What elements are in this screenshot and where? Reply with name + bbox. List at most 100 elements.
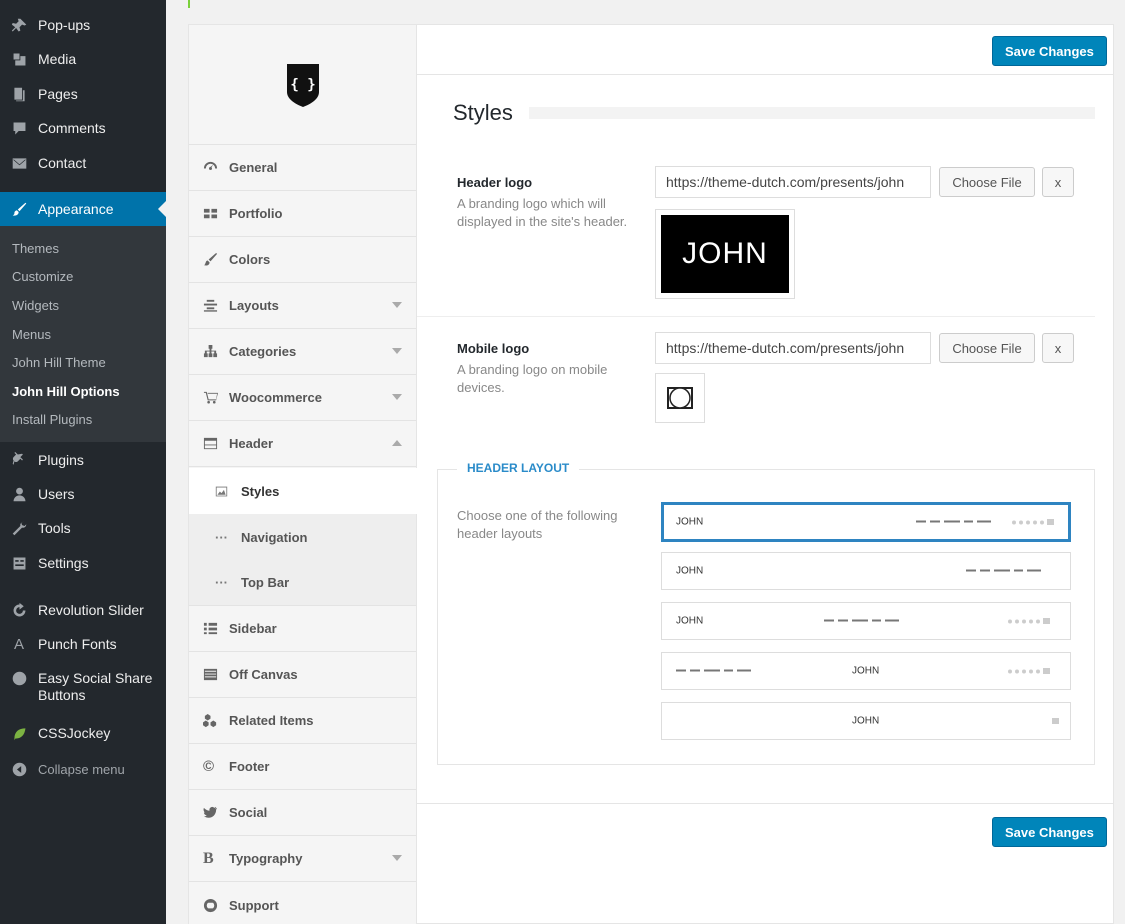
sitemap-icon — [203, 344, 229, 359]
paintbrush-icon — [0, 201, 38, 218]
menu-label: Media — [38, 51, 77, 67]
submenu-menus[interactable]: Menus — [12, 327, 51, 342]
svg-text:{ }: { } — [290, 77, 315, 93]
submenu-john-hill-theme[interactable]: John Hill Theme — [12, 355, 106, 370]
chevron-down-icon — [392, 348, 402, 354]
nav-typography[interactable]: B Typography — [189, 836, 416, 882]
top-action-bar: Save Changes — [417, 25, 1113, 75]
twitter-icon — [203, 805, 229, 820]
nav-categories[interactable]: Categories — [189, 329, 416, 375]
nav-woocommerce[interactable]: Woocommerce — [189, 375, 416, 421]
nav-colors[interactable]: Colors — [189, 237, 416, 283]
collapse-icon — [0, 761, 38, 778]
nav-sub-styles[interactable]: Styles — [189, 468, 417, 514]
shield-logo-icon: { } — [286, 63, 319, 107]
layout-brand: JOHN — [852, 715, 880, 727]
wrench-icon — [0, 520, 38, 537]
bottom-divider — [417, 803, 1113, 804]
image-icon — [215, 485, 241, 498]
nav-layouts[interactable]: Layouts — [189, 283, 416, 329]
menu-item-contact[interactable]: Contact — [0, 146, 166, 180]
menu-item-media[interactable]: Media — [0, 42, 166, 76]
nav-footer[interactable]: © Footer — [189, 744, 416, 790]
menu-item-punch-fonts[interactable]: A Punch Fonts — [0, 627, 166, 661]
mobile-logo-remove-button[interactable]: x — [1042, 333, 1074, 363]
current-menu-arrow — [158, 201, 166, 217]
menu-label: Easy Social Share Buttons — [38, 670, 153, 703]
menu-label: CSSJockey — [38, 725, 111, 741]
header-layout-option-2[interactable]: JOHN — [661, 552, 1071, 590]
grid-icon — [203, 206, 229, 221]
settings-icon — [0, 555, 38, 572]
nav-label: Sidebar — [229, 621, 277, 636]
menu-item-cssjockey[interactable]: CSSJockey — [0, 716, 166, 750]
users-icon — [0, 486, 38, 503]
submenu-john-hill-options[interactable]: John Hill Options — [12, 384, 120, 399]
nav-label: Related Items — [229, 713, 314, 728]
menu-item-users[interactable]: Users — [0, 477, 166, 511]
header-layout-option-1[interactable]: JOHN — [661, 502, 1071, 542]
options-content: Save Changes Styles Header logo A brandi… — [417, 25, 1113, 924]
save-changes-button-top[interactable]: Save Changes — [992, 36, 1107, 66]
menu-item-revolution-slider[interactable]: Revolution Slider — [0, 593, 166, 627]
nav-general[interactable]: General — [189, 145, 416, 191]
nav-off-canvas[interactable]: Off Canvas — [189, 652, 416, 698]
header-logo-remove-button[interactable]: x — [1042, 167, 1074, 197]
layout-brand: JOHN — [676, 565, 704, 577]
nav-header[interactable]: Header — [189, 421, 416, 467]
layout-icons-preview — [1052, 718, 1059, 724]
menu-item-appearance[interactable]: Appearance — [0, 192, 166, 226]
submenu-themes[interactable]: Themes — [12, 241, 59, 256]
header-logo-url-input[interactable]: https://theme-dutch.com/presents/john — [655, 166, 931, 198]
plug-icon — [0, 451, 38, 469]
nav-social[interactable]: Social — [189, 790, 416, 836]
nav-support[interactable]: Support — [189, 882, 416, 924]
layout-nav-preview — [676, 669, 751, 673]
menu-item-pages[interactable]: Pages — [0, 77, 166, 111]
copyright-icon: © — [203, 758, 215, 775]
field-divider — [417, 316, 1095, 317]
options-nav: { } General Portfolio Colors Layouts Cat… — [189, 25, 417, 924]
ellipsis-icon: ··· — [215, 529, 228, 545]
brush-icon — [203, 252, 229, 267]
mail-icon — [0, 155, 38, 172]
menu-item-plugins[interactable]: Plugins — [0, 443, 166, 477]
submenu-customize[interactable]: Customize — [12, 269, 73, 284]
top-accent-line — [188, 0, 190, 8]
submenu-install-plugins[interactable]: Install Plugins — [12, 412, 92, 427]
list-icon — [203, 621, 229, 636]
mobile-logo-description: A branding logo on mobile devices. — [457, 362, 608, 395]
menu-label: Pages — [38, 86, 78, 102]
nav-label: Styles — [241, 483, 280, 499]
submenu-widgets[interactable]: Widgets — [12, 298, 59, 313]
mobile-logo-url-input[interactable]: https://theme-dutch.com/presents/john — [655, 332, 931, 364]
nav-label: Layouts — [229, 298, 279, 313]
nav-label: Top Bar — [241, 575, 290, 590]
menu-item-comments[interactable]: Comments — [0, 111, 166, 145]
collapse-menu-button[interactable]: Collapse menu — [0, 752, 166, 786]
nav-sub-navigation[interactable]: ··· Navigation — [189, 514, 416, 560]
header-layout-option-5[interactable]: JOHN — [661, 702, 1071, 740]
header-layout-option-4[interactable]: JOHN — [661, 652, 1071, 690]
nav-sub-top-bar[interactable]: ··· Top Bar — [189, 560, 416, 606]
lifebuoy-icon — [203, 898, 229, 913]
menu-label: Settings — [38, 555, 89, 571]
panel-icon — [203, 667, 229, 682]
chevron-down-icon — [392, 394, 402, 400]
save-changes-button-bottom[interactable]: Save Changes — [992, 817, 1107, 847]
dashboard-icon — [203, 160, 229, 175]
nav-portfolio[interactable]: Portfolio — [189, 191, 416, 237]
mobile-logo-choose-file-button[interactable]: Choose File — [939, 333, 1035, 363]
header-logo-choose-file-button[interactable]: Choose File — [939, 167, 1035, 197]
mobile-logo-label: Mobile logo — [457, 341, 530, 356]
menu-item-tools[interactable]: Tools — [0, 511, 166, 545]
menu-item-settings[interactable]: Settings — [0, 546, 166, 580]
nav-sidebar[interactable]: Sidebar — [189, 606, 416, 652]
header-layout-option-3[interactable]: JOHN — [661, 602, 1071, 640]
nav-related-items[interactable]: Related Items — [189, 698, 416, 744]
menu-item-popups[interactable]: Pop-ups — [0, 8, 166, 42]
appearance-submenu: Themes Customize Widgets Menus John Hill… — [0, 226, 166, 442]
bold-b-icon: B — [203, 849, 214, 867]
menu-item-easy-social-share[interactable]: Easy Social Share Buttons — [0, 662, 166, 710]
nav-label: Woocommerce — [229, 390, 322, 405]
